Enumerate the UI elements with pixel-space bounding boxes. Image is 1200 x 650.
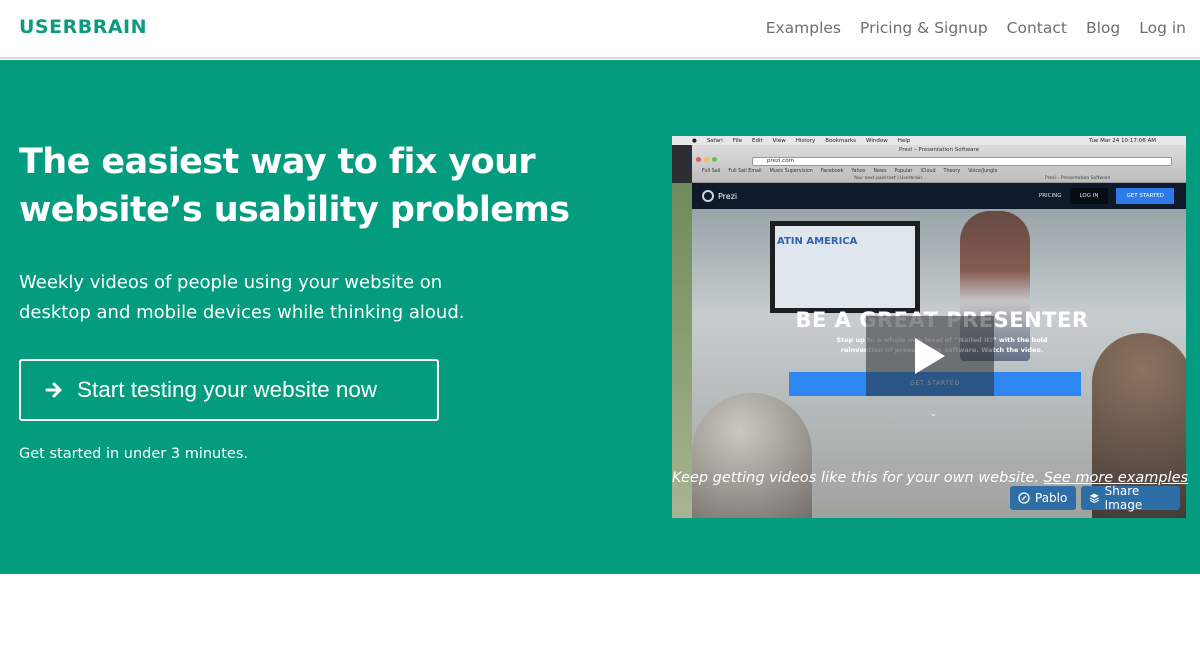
presentation-screen: ATIN AMERICA	[770, 221, 920, 313]
hero-subtext: Weekly videos of people using your websi…	[19, 272, 465, 323]
prezi-navbar: Prezi PRICING LOG IN GET STARTED	[692, 183, 1186, 209]
audience-left	[692, 393, 812, 518]
menu-view: View	[772, 137, 786, 144]
chevron-down-icon: ⌄	[930, 409, 937, 418]
video-background-foliage	[672, 183, 692, 518]
layers-icon	[1089, 493, 1099, 504]
bookmark-item: News	[873, 169, 887, 174]
bookmark-item: iCloud	[920, 169, 936, 174]
prezi-pricing: PRICING	[1038, 193, 1062, 199]
window-controls	[696, 157, 717, 162]
prezi-logo-text: Prezi	[718, 191, 738, 201]
url-bar: prezi.com	[752, 157, 1172, 166]
menu-window: Window	[866, 137, 888, 144]
bookmark-item: Voice/Jungle	[968, 169, 998, 174]
arrow-right-icon	[45, 382, 62, 398]
bookmark-item: Music Supervision	[769, 169, 813, 174]
share-image-button[interactable]: Share Image	[1081, 484, 1180, 512]
browser-tab: Your next paid test | Userbrain	[853, 176, 922, 181]
prezi-links: PRICING LOG IN GET STARTED	[1039, 188, 1174, 204]
menu-file: File	[732, 137, 742, 144]
mac-clock: Tue Mar 24 10:17:06 AM	[1089, 137, 1156, 144]
menu-history: History	[795, 137, 816, 144]
hero-headline: The easiest way to fix your website’s us…	[19, 142, 570, 230]
nav-blog[interactable]: Blog	[1086, 19, 1120, 37]
pablo-button[interactable]: Pablo	[1010, 486, 1076, 510]
start-testing-button[interactable]: Start testing your website now	[19, 359, 439, 421]
browser-chrome: Prezi – Presentation Software prezi.com …	[692, 145, 1186, 183]
browser-title: Prezi – Presentation Software	[899, 147, 979, 153]
prezi-get-started: GET STARTED	[1116, 188, 1174, 204]
nav-pricing-signup[interactable]: Pricing & Signup	[860, 19, 988, 37]
menu-edit: Edit	[752, 137, 763, 144]
prezi-ring-icon	[702, 190, 714, 202]
share-image-label: Share Image	[1104, 484, 1143, 512]
see-more-examples-link[interactable]: See more examples	[1044, 470, 1188, 486]
pablo-label: Pablo	[1035, 491, 1068, 505]
play-button[interactable]	[866, 316, 994, 396]
userbrain-logo[interactable]: USERBRAIN	[19, 16, 147, 38]
get-started-note: Get started in under 3 minutes.	[19, 446, 248, 462]
apple-icon: ●	[692, 137, 697, 144]
main-nav: Examples Pricing & Signup Contact Blog L…	[766, 19, 1186, 37]
play-icon	[915, 338, 945, 374]
bookmark-item: Full Sail	[702, 169, 721, 174]
bookmark-item: Full Sail Email	[728, 169, 762, 174]
screen-text: ATIN AMERICA	[777, 236, 858, 247]
prezi-logo: Prezi	[702, 190, 737, 202]
browser-tabs: Your next paid test | Userbrain Prezi – …	[792, 176, 1172, 182]
bookmark-item: Yahoo	[851, 169, 866, 174]
bookmark-item: Facebook	[820, 169, 844, 174]
start-testing-label: Start testing your website now	[77, 377, 378, 402]
hero-section: The easiest way to fix your website’s us…	[0, 60, 1200, 574]
video-caption: Keep getting videos like this for your o…	[672, 470, 1188, 486]
pablo-icon	[1018, 492, 1030, 504]
menu-help: Help	[897, 137, 911, 144]
bookmark-item: Theory	[943, 169, 961, 174]
caption-text: Keep getting videos like this for your o…	[672, 470, 1040, 486]
bookmark-item: Popular	[894, 169, 913, 174]
menu-bookmarks: Bookmarks	[825, 137, 857, 144]
bookmarks-bar: Full Sail Full Sail Email Music Supervis…	[702, 169, 997, 174]
top-navbar: USERBRAIN Examples Pricing & Signup Cont…	[0, 0, 1200, 59]
demo-video[interactable]: ● Safari File Edit View History Bookmark…	[672, 136, 1186, 518]
menu-safari: Safari	[706, 137, 723, 144]
nav-contact[interactable]: Contact	[1007, 19, 1067, 37]
nav-login[interactable]: Log in	[1139, 19, 1186, 37]
mac-menubar: ● Safari File Edit View History Bookmark…	[672, 136, 1186, 145]
nav-examples[interactable]: Examples	[766, 19, 841, 37]
browser-tab: Prezi – Presentation Software	[1045, 176, 1111, 181]
prezi-login: LOG IN	[1069, 188, 1109, 204]
